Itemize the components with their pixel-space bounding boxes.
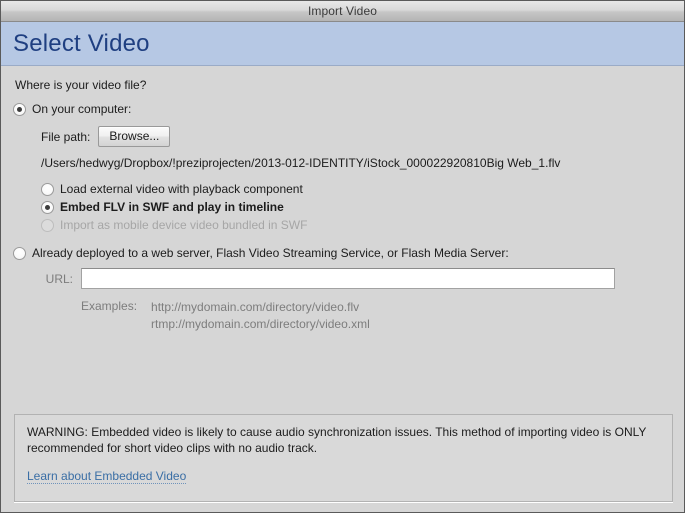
radio-already-deployed-icon[interactable] xyxy=(13,247,26,260)
window-title: Import Video xyxy=(307,4,378,18)
file-path-value: /Users/hedwyg/Dropbox/!preziprojecten/20… xyxy=(41,156,561,170)
embed-options-group: Load external video with playback compon… xyxy=(41,182,672,232)
remote-source-group: Already deployed to a web server, Flash … xyxy=(13,246,672,333)
radio-import-mobile-device-icon xyxy=(41,219,54,232)
warning-text: WARNING: Embedded video is likely to cau… xyxy=(27,425,647,455)
warning-panel: WARNING: Embedded video is likely to cau… xyxy=(14,414,673,502)
learn-about-embedded-video-link[interactable]: Learn about Embedded Video xyxy=(27,469,187,484)
page-title: Select Video xyxy=(13,29,150,57)
radio-already-deployed[interactable]: Already deployed to a web server, Flash … xyxy=(13,246,672,260)
radio-import-mobile-device-label: Import as mobile device video bundled in… xyxy=(60,218,308,232)
radio-already-deployed-label: Already deployed to a web server, Flash … xyxy=(32,246,509,260)
radio-embed-flv-label: Embed FLV in SWF and play in timeline xyxy=(60,200,284,214)
radio-load-external-video-label: Load external video with playback compon… xyxy=(60,182,303,196)
url-input[interactable] xyxy=(81,268,615,289)
import-video-dialog: Import Video Select Video Where is your … xyxy=(0,0,685,513)
file-path-row: File path: Browse... xyxy=(41,126,672,147)
dialog-content: Where is your video file? On your comput… xyxy=(1,66,684,512)
examples-block: Examples: http://mydomain.com/directory/… xyxy=(81,299,672,333)
example-url-rtmp: rtmp://mydomain.com/directory/video.xml xyxy=(151,317,370,331)
radio-load-external-video[interactable]: Load external video with playback compon… xyxy=(41,182,672,196)
radio-on-your-computer[interactable]: On your computer: xyxy=(13,102,672,116)
radio-on-your-computer-label: On your computer: xyxy=(32,102,132,116)
examples-list: http://mydomain.com/directory/video.flv … xyxy=(151,299,370,333)
url-label: URL: xyxy=(45,271,73,286)
url-row: URL: xyxy=(41,268,672,289)
radio-load-external-video-icon[interactable] xyxy=(41,183,54,196)
radio-embed-flv[interactable]: Embed FLV in SWF and play in timeline xyxy=(41,200,672,214)
prompt-label: Where is your video file? xyxy=(15,78,147,92)
examples-label: Examples: xyxy=(81,299,138,313)
title-bar: Import Video xyxy=(1,1,684,22)
radio-embed-flv-icon[interactable] xyxy=(41,201,54,214)
page-header: Select Video xyxy=(1,22,684,66)
example-url-http: http://mydomain.com/directory/video.flv xyxy=(151,300,360,314)
radio-import-mobile-device: Import as mobile device video bundled in… xyxy=(41,218,672,232)
radio-on-your-computer-icon[interactable] xyxy=(13,103,26,116)
browse-button[interactable]: Browse... xyxy=(98,126,171,147)
file-path-label: File path: xyxy=(41,129,91,144)
